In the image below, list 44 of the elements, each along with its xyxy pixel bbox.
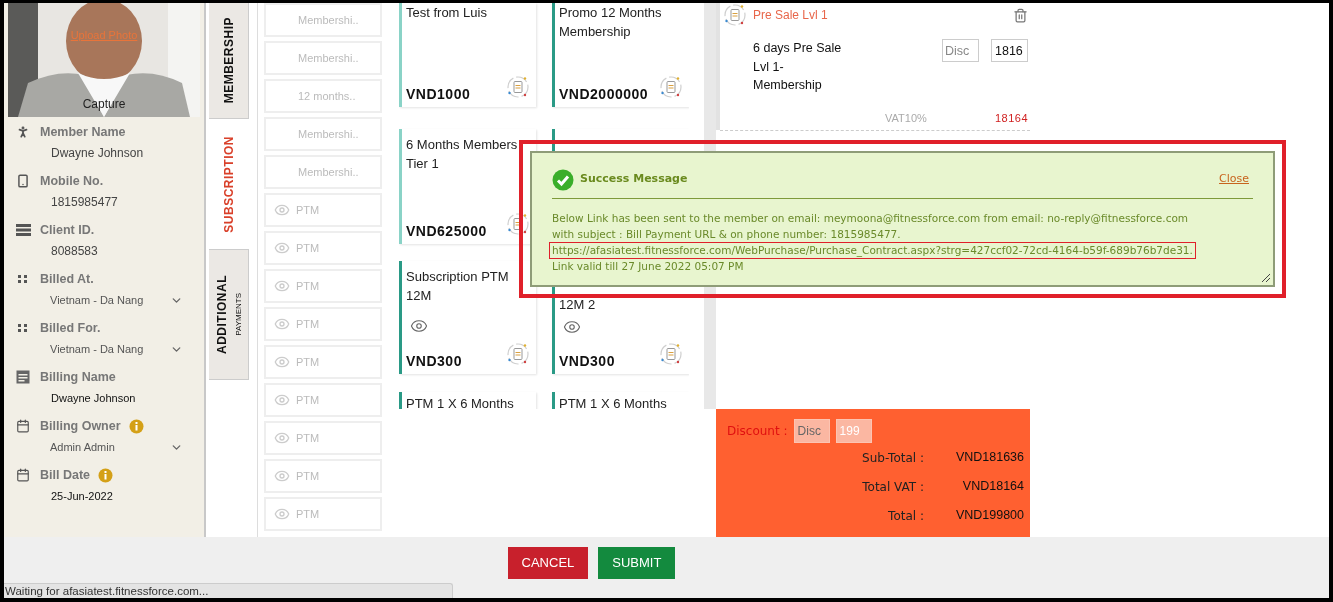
- card-price: VND300: [406, 352, 462, 371]
- card-title: Tier 1: [406, 155, 440, 173]
- summary-label: Total VAT :: [862, 478, 924, 496]
- card-title: PTM 1 X 6 Months: [559, 395, 668, 409]
- field-label: Member Name: [40, 123, 126, 141]
- field-label: Mobile No.: [40, 172, 104, 190]
- field-label: Billed For.: [40, 319, 101, 337]
- vat-amount: 18164: [994, 110, 1028, 126]
- card-title: Subscription PTM: [406, 268, 510, 286]
- card-title: PTM 1 X 6 Months: [406, 395, 515, 409]
- vat-label: VAT10%: [885, 110, 927, 126]
- cart-item-title: Pre Sale Lvl 1: [753, 7, 828, 24]
- card-title: 12M: [406, 287, 433, 305]
- cart-item-name: 6 days Pre Sale: [753, 40, 843, 57]
- summary-value: VND18164: [961, 478, 1024, 496]
- dialog-title: Success Message: [580, 171, 688, 188]
- field-label: Billing Owner: [40, 417, 121, 435]
- card-title: Membership: [559, 23, 632, 41]
- field-value: 1815985477: [51, 194, 119, 211]
- card-title: 12M 2: [559, 296, 597, 314]
- field-label: Billed At.: [40, 270, 94, 288]
- card-title: Promo 12 Months: [559, 4, 663, 22]
- field-value: 8088583: [51, 243, 99, 260]
- card-title: Test from Luis: [406, 4, 488, 22]
- status-bar: Waiting for afasiatest.fitnessforce.com...: [4, 583, 453, 598]
- card-price: VND300: [559, 352, 615, 371]
- card-price: VND1000: [406, 85, 471, 104]
- field-label: Bill Date: [40, 466, 90, 484]
- summary-label: Sub-Total :: [862, 449, 924, 467]
- field-value: Dwayne Johnson: [51, 391, 137, 406]
- summary-value: VND199800: [954, 507, 1024, 525]
- card-price: VND2000000: [559, 85, 649, 104]
- discount-label: Discount :: [727, 423, 788, 440]
- dialog-message: Below Link has been sent to the member on email: meymoona@fitnessforce.com from email: no-reply@fitnessforce.com with subject : Bill Payment URL & on phone number: 1815985477.: [552, 211, 1190, 242]
- card-price: VND625000: [406, 222, 487, 241]
- cart-item-name: Lvl 1-: [753, 58, 785, 76]
- cart-item-name: Membership: [753, 77, 823, 94]
- card-title: 6 Months Members: [406, 136, 519, 154]
- summary-label: Total :: [888, 507, 924, 525]
- summary-value: VND181636: [954, 449, 1024, 467]
- field-label: Client ID.: [40, 221, 95, 239]
- field-value: 25-Jun-2022: [51, 489, 114, 504]
- field-value: Dwayne Johnson: [51, 145, 145, 162]
- field-label: Billing Name: [40, 368, 116, 386]
